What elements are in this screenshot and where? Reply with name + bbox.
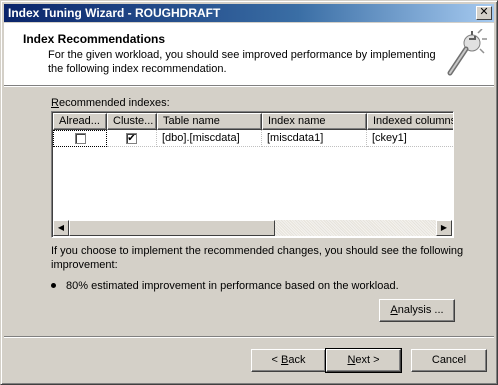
window-title: Index Tuning Wizard - ROUGHDRAFT — [8, 6, 221, 20]
back-prefix: < — [271, 354, 281, 366]
index-name-cell: [miscdata1] — [262, 130, 367, 147]
improvement-bullet-text: 80% estimated improvement in performance… — [66, 280, 399, 292]
already-exists-checkbox[interactable] — [74, 133, 86, 144]
column-header-already[interactable]: Alread... — [53, 113, 107, 130]
scroll-left-button[interactable]: ◀ — [53, 220, 69, 236]
arrow-right-icon: ▶ — [440, 223, 448, 232]
recommended-label-text: ecommended indexes: — [58, 97, 170, 109]
recommended-label-accel: R — [51, 97, 59, 109]
footer-separator — [4, 336, 494, 338]
column-header-index-name[interactable]: Index name — [262, 113, 367, 130]
bullet-icon — [51, 282, 56, 288]
clustered-cell: ✔ — [107, 130, 157, 147]
wizard-window: Index Tuning Wizard - ROUGHDRAFT ✕ Index… — [0, 0, 498, 385]
horizontal-scrollbar[interactable]: ◀ ▶ — [53, 220, 452, 236]
scroll-right-button[interactable]: ▶ — [436, 220, 452, 236]
wand-icon — [447, 29, 487, 76]
page-title: Index Recommendations — [23, 32, 166, 46]
back-label: ack — [288, 354, 306, 366]
close-button[interactable]: ✕ — [476, 6, 492, 20]
table-name-cell: [dbo].[miscdata] — [157, 130, 262, 147]
column-header-indexed-columns[interactable]: Indexed columns — [367, 113, 453, 130]
indexed-columns-cell: [ckey1] — [367, 130, 453, 147]
header-panel: Index Recommendations For the given work… — [4, 23, 494, 85]
analysis-label: nalysis ... — [397, 304, 444, 316]
next-button[interactable]: Next > — [325, 348, 402, 373]
next-label: ext > — [355, 354, 380, 366]
table-row[interactable]: ✔ [dbo].[miscdata] [miscdata1] [ckey1] — [53, 130, 453, 147]
close-icon: ✕ — [479, 6, 489, 18]
improvement-bullet: 80% estimated improvement in performance… — [51, 280, 399, 292]
back-button[interactable]: < Back — [251, 349, 326, 372]
analysis-button[interactable]: Analysis ... — [379, 299, 455, 322]
already-exists-cell — [53, 130, 107, 147]
scrollbar-thumb[interactable] — [69, 220, 275, 236]
header-separator — [4, 85, 494, 87]
column-header-table-name[interactable]: Table name — [157, 113, 262, 130]
title-bar[interactable]: Index Tuning Wizard - ROUGHDRAFT ✕ — [4, 4, 494, 22]
list-header: Alread... Cluste... Table name Index nam… — [53, 113, 453, 130]
clustered-checkbox[interactable]: ✔ — [126, 132, 137, 144]
recommended-indexes-label: Recommended indexes: — [51, 97, 170, 109]
cancel-button[interactable]: Cancel — [411, 349, 487, 372]
arrow-left-icon: ◀ — [57, 223, 65, 232]
column-header-clustered[interactable]: Cluste... — [107, 113, 157, 130]
recommended-indexes-list[interactable]: Alread... Cluste... Table name Index nam… — [51, 111, 454, 238]
analysis-accel: A — [390, 304, 398, 316]
improvement-info-text: If you choose to implement the recommend… — [51, 245, 464, 271]
page-description: For the given workload, you should see i… — [48, 49, 436, 75]
